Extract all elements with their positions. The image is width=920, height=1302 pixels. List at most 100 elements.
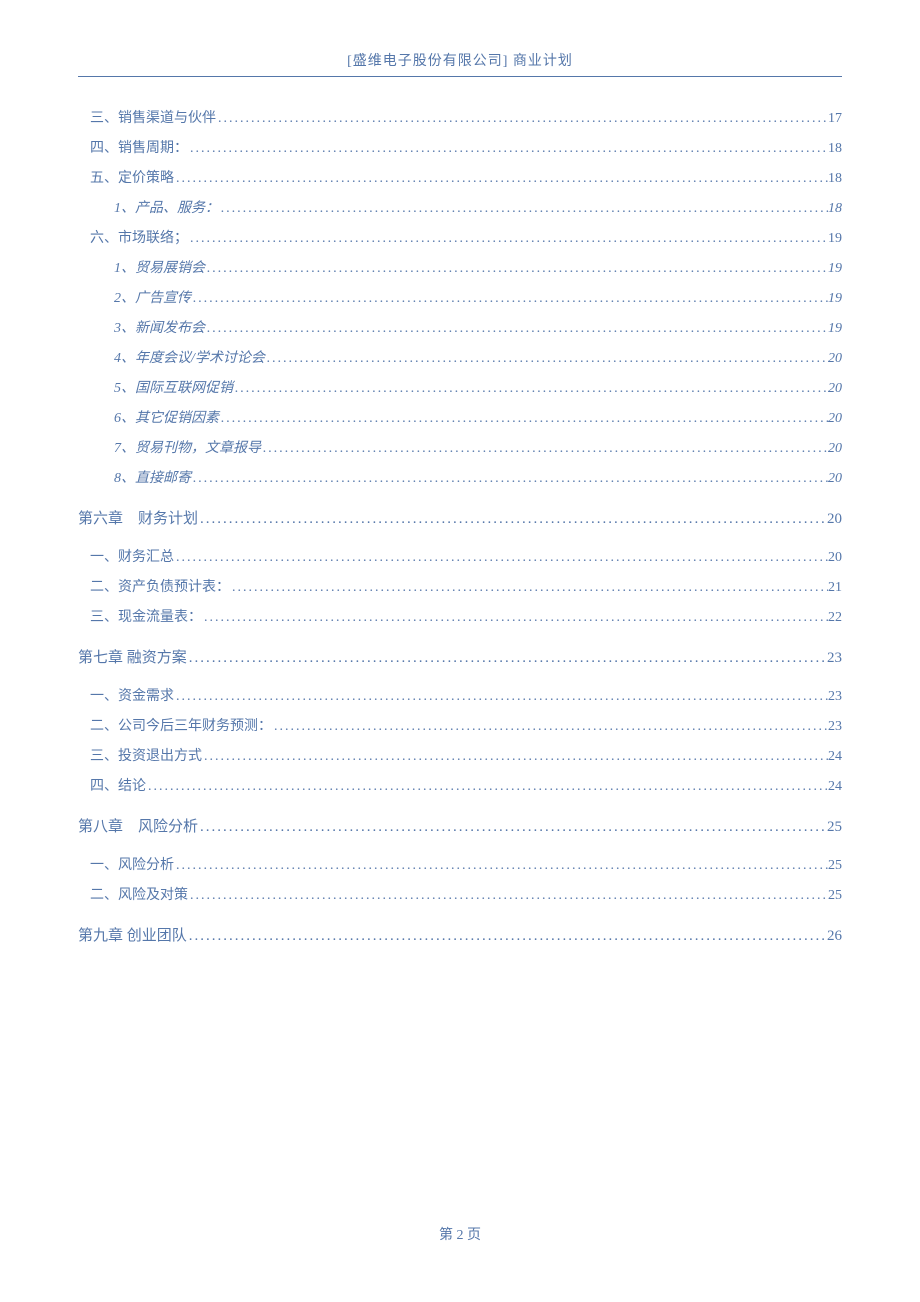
toc-leader-dots (261, 441, 828, 457)
toc-leader-dots (219, 411, 828, 427)
toc-leader-dots (174, 550, 828, 566)
toc-page-number: 26 (827, 928, 842, 945)
toc-leader-dots (219, 201, 828, 217)
toc-page-number: 25 (827, 819, 842, 836)
toc-page-number: 19 (828, 231, 842, 247)
toc-entry-label: 四、销售周期： (90, 137, 188, 157)
toc-entry-label: 三、现金流量表： (90, 606, 202, 626)
toc-page-number: 20 (828, 471, 842, 487)
toc-page-number: 19 (828, 261, 842, 277)
toc-chapter-label: 第八章 风险分析 (78, 815, 198, 836)
toc-leader-dots (146, 779, 828, 795)
toc-entry-label: 四、结论 (90, 775, 146, 795)
toc-chapter-row: 第六章 财务计划 20 (78, 507, 842, 528)
toc-entry-row: 二、公司今后三年财务预测： 23 (90, 715, 842, 735)
toc-entry-label: 三、销售渠道与伙伴 (90, 107, 216, 127)
toc-section-group: 一、财务汇总20二、资产负债预计表：21三、现金流量表：22 (78, 546, 842, 626)
toc-leader-dots (174, 858, 828, 874)
document-page: [盛维电子股份有限公司] 商业计划 三、销售渠道与伙伴17四、销售周期：18五、… (0, 0, 920, 945)
toc-page-number: 25 (828, 858, 842, 874)
toc-leader-dots (205, 261, 828, 277)
toc-entry-row: 6、其它促销因素 20 (114, 407, 842, 427)
toc-page-number: 20 (828, 381, 842, 397)
toc-page-number: 24 (828, 779, 842, 795)
toc-leader-dots (202, 610, 828, 626)
page-number: 第 2 页 (439, 1228, 481, 1243)
toc-entry-row: 六、市场联络；19 (90, 227, 842, 247)
toc-entry-row: 四、结论 24 (90, 775, 842, 795)
toc-page-number: 18 (828, 171, 842, 187)
toc-entry-label: 5、国际互联网促销 (114, 377, 233, 397)
toc-entry-row: 4、年度会议/学术讨论会20 (114, 347, 842, 367)
toc-leader-dots (174, 689, 828, 705)
toc-entry-label: 一、风险分析 (90, 854, 174, 874)
toc-leader-dots (230, 580, 828, 596)
toc-leader-dots (198, 511, 827, 528)
toc-entry-row: 3、新闻发布会 19 (114, 317, 842, 337)
toc-entry-label: 4、年度会议/学术讨论会 (114, 347, 265, 367)
toc-page-number: 18 (828, 201, 842, 217)
toc-entry-label: 7、贸易刊物，文章报导 (114, 437, 261, 457)
toc-leader-dots (198, 819, 827, 836)
toc-entry-label: 1、贸易展销会 (114, 257, 205, 277)
toc-leader-dots (202, 749, 828, 765)
toc-page-number: 25 (828, 888, 842, 904)
toc-leader-dots (174, 171, 828, 187)
toc-chapter-label: 第九章 创业团队 (78, 924, 187, 945)
toc-leader-dots (272, 719, 828, 735)
toc-leader-dots (265, 351, 828, 367)
toc-entry-row: 8、直接邮寄 20 (114, 467, 842, 487)
toc-entry-label: 3、新闻发布会 (114, 317, 205, 337)
header-divider (78, 76, 842, 77)
toc-entry-label: 二、公司今后三年财务预测： (90, 715, 272, 735)
toc-page-number: 20 (828, 550, 842, 566)
toc-chapter-row: 第七章 融资方案 23 (78, 646, 842, 667)
toc-leader-dots (188, 888, 828, 904)
toc-page-number: 18 (828, 141, 842, 157)
toc-page-number: 20 (827, 511, 842, 528)
toc-entry-label: 8、直接邮寄 (114, 467, 191, 487)
toc-leader-dots (188, 231, 828, 247)
toc-chapter-row: 第九章 创业团队 26 (78, 924, 842, 945)
toc-leader-dots (205, 321, 828, 337)
toc-entry-row: 1、产品、服务：18 (114, 197, 842, 217)
toc-entry-row: 二、风险及对策 25 (90, 884, 842, 904)
toc-entry-label: 二、资产负债预计表： (90, 576, 230, 596)
toc-entry-row: 一、资金需求23 (90, 685, 842, 705)
toc-page-number: 23 (827, 650, 842, 667)
toc-page-number: 24 (828, 749, 842, 765)
toc-page-number: 20 (828, 441, 842, 457)
toc-leader-dots (188, 141, 828, 157)
toc-entry-row: 一、风险分析 25 (90, 854, 842, 874)
toc-section-group: 一、资金需求23 二、公司今后三年财务预测： 23 三、投资退出方式 24 四、结论 24 (78, 685, 842, 795)
page-header-title: [盛维电子股份有限公司] 商业计划 (78, 50, 842, 76)
toc-entry-row: 1、贸易展销会 19 (114, 257, 842, 277)
toc-entry-row: 三、销售渠道与伙伴17 (90, 107, 842, 127)
toc-entry-row: 三、投资退出方式 24 (90, 745, 842, 765)
toc-leader-dots (191, 471, 828, 487)
toc-leader-dots (187, 928, 827, 945)
page-footer: 第 2 页 (0, 1216, 920, 1244)
toc-entry-label: 一、财务汇总 (90, 546, 174, 566)
toc-leader-dots (216, 111, 828, 127)
toc-entry-row: 2、广告宣传 19 (114, 287, 842, 307)
toc-chapter-label: 第七章 融资方案 (78, 646, 187, 667)
toc-page-number: 19 (828, 291, 842, 307)
toc-entry-label: 二、风险及对策 (90, 884, 188, 904)
toc-entry-label: 2、广告宣传 (114, 287, 191, 307)
toc-entry-label: 6、其它促销因素 (114, 407, 219, 427)
toc-page-number: 21 (828, 580, 842, 596)
toc-entry-row: 一、财务汇总 20 (90, 546, 842, 566)
toc-entry-row: 二、资产负债预计表： 21 (90, 576, 842, 596)
toc-leader-dots (191, 291, 828, 307)
toc-page-number: 23 (828, 689, 842, 705)
toc-chapter-row: 第八章 风险分析 25 (78, 815, 842, 836)
toc-page-number: 19 (828, 321, 842, 337)
toc-chapter-label: 第六章 财务计划 (78, 507, 198, 528)
toc-page-number: 23 (828, 719, 842, 735)
toc-page-number: 20 (828, 411, 842, 427)
toc-entry-label: 三、投资退出方式 (90, 745, 202, 765)
toc-entry-row: 五、定价策略 18 (90, 167, 842, 187)
toc-entry-label: 五、定价策略 (90, 167, 174, 187)
toc-section-group: 一、风险分析 25 二、风险及对策 25 (78, 854, 842, 904)
